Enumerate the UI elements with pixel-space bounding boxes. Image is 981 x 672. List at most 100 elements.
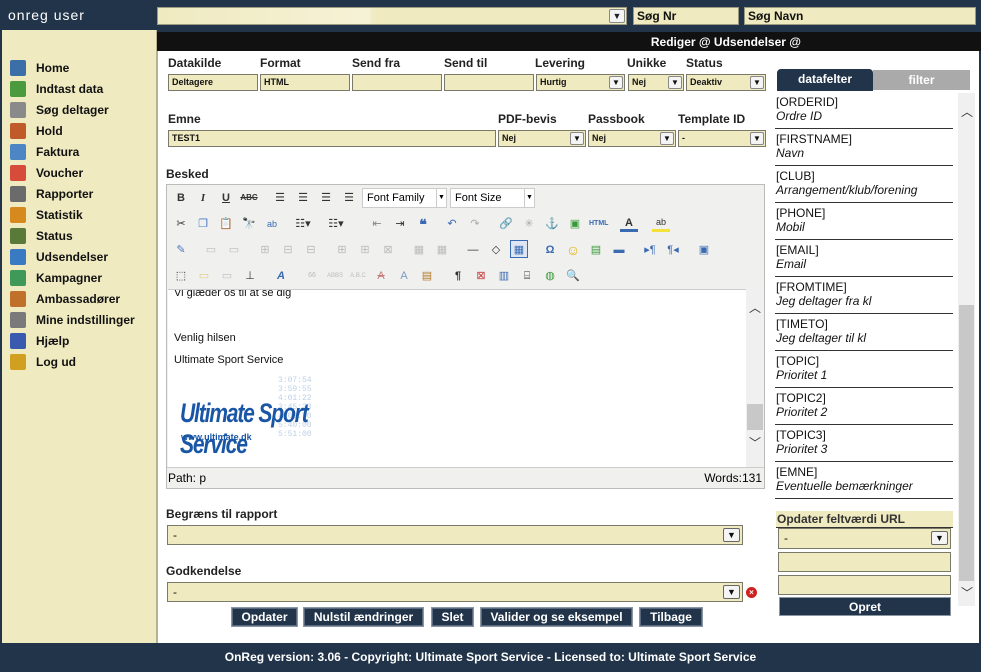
emne-field[interactable]: TEST1 xyxy=(168,130,496,147)
chevron-down-icon[interactable]: ▼ xyxy=(723,528,740,542)
spellcheck-icon[interactable]: ◍ xyxy=(541,267,559,285)
nulstil-button[interactable]: Nulstil ændringer xyxy=(303,607,424,627)
sidebar-item-indtast-data[interactable]: Indtast data xyxy=(10,79,103,99)
edit-style-icon[interactable]: ✎ xyxy=(172,241,190,259)
fullscreen-icon[interactable]: ▣ xyxy=(695,241,713,259)
chevron-down-icon[interactable]: ▼ xyxy=(668,76,682,89)
sidebar-item-home[interactable]: Home xyxy=(10,58,69,78)
chevron-down-icon[interactable]: ▼ xyxy=(609,9,625,23)
delete-col-icon[interactable]: ⊠ xyxy=(379,241,397,259)
field-entry[interactable]: [EMAIL] Email xyxy=(775,243,953,277)
absolute-icon[interactable]: ▭ xyxy=(225,241,243,259)
field-entry[interactable]: [FIRSTNAME] Navn xyxy=(775,132,953,166)
update-url-input-2[interactable] xyxy=(778,575,951,595)
editor-scrollbar[interactable]: ︿ ﹀ xyxy=(746,289,764,467)
unikke-select[interactable]: Nej ▼ xyxy=(628,74,684,91)
numbered-list-icon[interactable]: ☷▾ xyxy=(327,215,345,233)
emoticon-icon[interactable]: ☺ xyxy=(564,241,582,259)
nonbreaking-icon[interactable]: ⊠ xyxy=(472,267,490,285)
valider-button[interactable]: Valider og se eksempel xyxy=(480,607,633,627)
font-family-select[interactable]: Font Family ▼ xyxy=(362,188,447,208)
unlink-icon[interactable]: ✳ xyxy=(520,215,538,233)
row-before-icon[interactable]: ⊟ xyxy=(279,241,297,259)
cite-icon[interactable]: 66 xyxy=(303,267,321,285)
sidebar-item-mine-indstillinger[interactable]: Mine indstillinger xyxy=(10,310,135,330)
field-entry[interactable]: [TIMETO] Jeg deltager til kl xyxy=(775,317,953,351)
page-break2-icon[interactable]: ⌸ xyxy=(518,267,536,285)
chevron-down-icon[interactable]: ▼ xyxy=(750,132,764,145)
datakilde-field[interactable]: Deltagere xyxy=(168,74,258,91)
field-entry[interactable]: [EMNE] Eventuelle bemærkninger xyxy=(775,465,953,499)
field-entry[interactable]: [FROMTIME] Jeg deltager fra kl xyxy=(775,280,953,314)
abbr-icon[interactable]: ABBS xyxy=(326,267,344,285)
col-before-icon[interactable]: ⊞ xyxy=(333,241,351,259)
scroll-down-icon[interactable]: ﹀ xyxy=(961,584,973,601)
chevron-down-icon[interactable]: ▼ xyxy=(931,531,948,545)
field-entry[interactable]: [TOPIC3] Prioritet 3 xyxy=(775,428,953,462)
sidebar-item-rapporter[interactable]: Rapporter xyxy=(10,184,93,204)
chevron-down-icon[interactable]: ▼ xyxy=(570,132,584,145)
paste-icon[interactable]: 📋 xyxy=(217,215,235,233)
event-select[interactable]: ▼ xyxy=(157,7,627,25)
italic-icon[interactable]: I xyxy=(194,189,212,207)
outdent-icon[interactable]: ⇤ xyxy=(368,215,386,233)
tab-datafelter[interactable]: datafelter xyxy=(777,69,873,91)
passbook-select[interactable]: Nej ▼ xyxy=(588,130,676,147)
scroll-thumb[interactable] xyxy=(959,305,974,581)
font-size-select[interactable]: Font Size ▼ xyxy=(450,188,535,208)
send-til-field[interactable] xyxy=(444,74,534,91)
search-name-input[interactable]: Søg Navn xyxy=(744,7,976,25)
underline-icon[interactable]: U xyxy=(217,189,235,207)
send-fra-field[interactable] xyxy=(352,74,442,91)
strikethrough-icon[interactable]: ABC xyxy=(240,189,258,207)
blockquote-icon[interactable]: ❝ xyxy=(414,215,432,233)
sidebar-item-søg-deltager[interactable]: Søg deltager xyxy=(10,100,109,120)
field-entry[interactable]: [CLUB] Arrangement/klub/forening xyxy=(775,169,953,203)
link-icon[interactable]: 🔗 xyxy=(497,215,515,233)
update-url-input-1[interactable] xyxy=(778,552,951,572)
align-justify-icon[interactable]: ☰ xyxy=(340,189,358,207)
row-after-icon[interactable]: ⊟ xyxy=(302,241,320,259)
align-center-icon[interactable]: ☰ xyxy=(294,189,312,207)
chevron-down-icon[interactable]: ▼ xyxy=(750,76,764,89)
redo-icon[interactable]: ↷ xyxy=(466,215,484,233)
horizontal-rule-icon[interactable]: — xyxy=(464,241,482,259)
sidebar-item-statistik[interactable]: Statistik xyxy=(10,205,83,225)
bullet-list-icon[interactable]: ☷▾ xyxy=(294,215,312,233)
right-scrollbar[interactable]: ︿ ﹀ xyxy=(958,93,975,606)
split-cells-icon[interactable]: ▦ xyxy=(410,241,428,259)
scroll-down-icon[interactable]: ﹀ xyxy=(749,434,761,451)
html-source-icon[interactable]: HTML xyxy=(589,215,608,233)
merge-cells-icon[interactable]: ▦ xyxy=(433,241,451,259)
insert-layer-icon[interactable]: ▭ xyxy=(202,241,220,259)
remove-format-icon[interactable]: ◇ xyxy=(487,241,505,259)
move-backward-icon[interactable]: ▭ xyxy=(218,267,236,285)
sidebar-item-udsendelser[interactable]: Udsendelser xyxy=(10,247,108,267)
chevron-down-icon[interactable]: ▼ xyxy=(609,76,623,89)
anchor-icon[interactable]: ⚓ xyxy=(543,215,561,233)
cut-icon[interactable]: ✂ xyxy=(172,215,190,233)
preview-icon[interactable]: 🔍 xyxy=(564,267,582,285)
update-url-select[interactable]: - ▼ xyxy=(778,528,951,549)
text-color-icon[interactable]: A xyxy=(620,215,638,232)
insertion-icon[interactable]: A xyxy=(395,267,413,285)
slet-button[interactable]: Slet xyxy=(431,607,474,627)
opret-button[interactable]: Opret xyxy=(779,597,951,616)
table-row-props-icon[interactable]: ⊞ xyxy=(256,241,274,259)
field-entry[interactable]: [TOPIC] Prioritet 1 xyxy=(775,354,953,388)
sidebar-item-kampagner[interactable]: Kampagner xyxy=(10,268,102,288)
sidebar-item-hjælp[interactable]: Hjælp xyxy=(10,331,69,351)
styles-icon[interactable]: A xyxy=(272,267,290,285)
insert-layer2-icon[interactable]: ▭ xyxy=(195,267,213,285)
format-field[interactable]: HTML xyxy=(260,74,350,91)
pdf-select[interactable]: Nej ▼ xyxy=(498,130,586,147)
bold-icon[interactable]: B xyxy=(172,189,190,207)
highlight-color-icon[interactable]: ab xyxy=(652,215,670,232)
godkendelse-select[interactable]: - ▼ xyxy=(167,582,743,602)
field-entry[interactable]: [TOPIC2] Prioritet 2 xyxy=(775,391,953,425)
begraens-select[interactable]: - ▼ xyxy=(167,525,743,545)
rtl-icon[interactable]: ¶◂ xyxy=(664,241,682,259)
page-break-icon[interactable]: ▬ xyxy=(610,241,628,259)
image-icon[interactable]: ▣ xyxy=(566,215,584,233)
tilbage-button[interactable]: Tilbage xyxy=(639,607,703,627)
